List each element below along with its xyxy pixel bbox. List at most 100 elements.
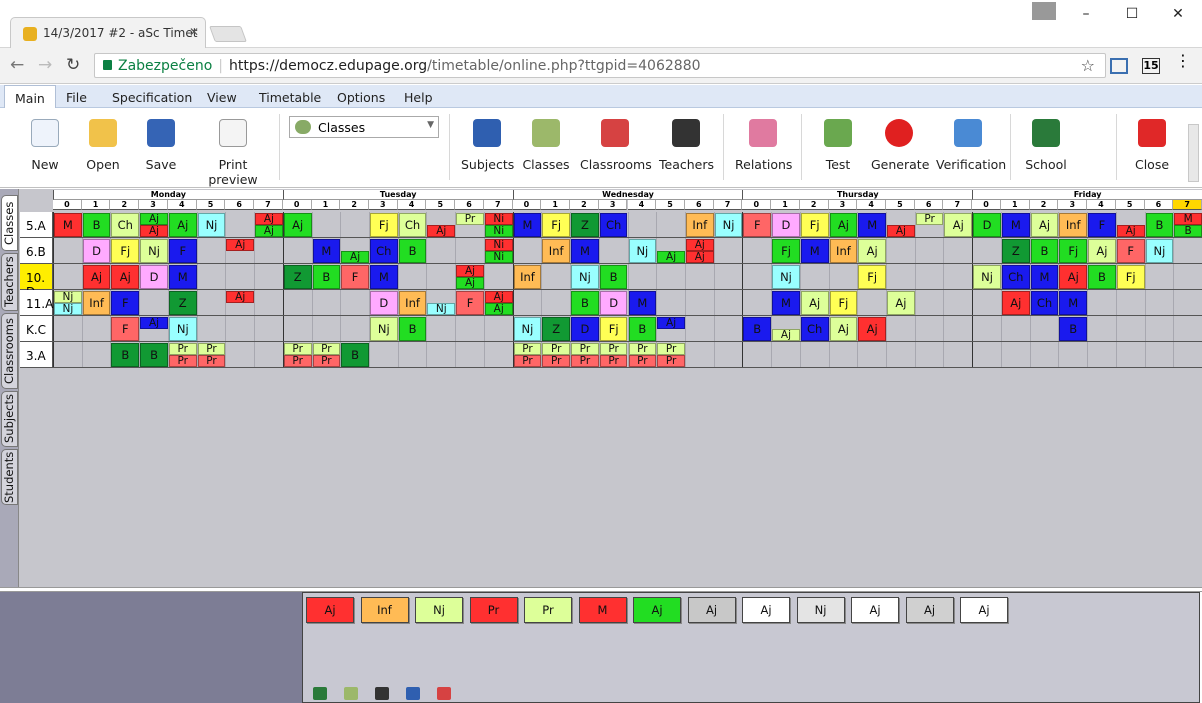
lesson-card[interactable]: D [140, 265, 168, 289]
lesson-card[interactable]: Pr [542, 343, 571, 355]
print-preview-button[interactable]: Print preview [195, 116, 271, 187]
lesson-card[interactable]: F [743, 213, 772, 237]
lesson-card[interactable]: Nj [54, 291, 82, 303]
lesson-card[interactable]: Aj [341, 251, 369, 263]
lesson-card[interactable]: Aj [1001, 291, 1030, 315]
browser-tab[interactable]: 14/3/2017 #2 - aSc Timet ✕ [10, 17, 206, 49]
class-row-label[interactable]: 6.B [20, 238, 53, 264]
lesson-card[interactable]: Pr [312, 355, 341, 367]
lesson-card[interactable]: Inf [685, 213, 714, 237]
classrooms-button[interactable]: Classrooms [580, 116, 652, 180]
lesson-card[interactable]: M [1001, 213, 1030, 237]
unplaced-card[interactable]: Nj [415, 597, 463, 623]
teacher-icon[interactable] [375, 687, 389, 700]
lesson-card[interactable]: B [1030, 239, 1059, 263]
back-icon[interactable]: ← [10, 55, 24, 75]
cast-icon[interactable] [1110, 58, 1128, 74]
lesson-card[interactable]: Nj [168, 317, 197, 341]
lesson-card[interactable]: Pr [456, 213, 484, 225]
lesson-card[interactable]: M [369, 265, 398, 289]
unplaced-card[interactable]: Inf [360, 597, 409, 623]
lesson-card[interactable]: Aj [1059, 265, 1088, 289]
lesson-card[interactable]: Fj [369, 213, 398, 237]
lesson-card[interactable]: M [54, 213, 82, 237]
lesson-card[interactable]: Aj [427, 225, 456, 237]
lesson-card[interactable]: Fj [542, 213, 571, 237]
lesson-card[interactable]: M [1030, 265, 1059, 289]
lesson-card[interactable]: Aj [456, 277, 484, 289]
house-icon[interactable] [437, 687, 451, 700]
lesson-card[interactable]: Aj [829, 213, 858, 237]
forward-icon[interactable]: → [38, 55, 52, 75]
lesson-card[interactable]: Pr [168, 355, 197, 367]
lesson-card[interactable]: Ch [111, 213, 140, 237]
lesson-card[interactable]: Aj [657, 251, 685, 263]
lesson-card[interactable]: Nj [571, 265, 599, 289]
verification-button[interactable]: Verification [936, 116, 1006, 180]
save-button[interactable]: Save [144, 116, 178, 180]
lesson-card[interactable]: M [168, 265, 197, 289]
classes-button[interactable]: Classes [522, 116, 570, 180]
lesson-card[interactable]: B [1088, 265, 1116, 289]
bookmark-star-icon[interactable]: ☆ [1081, 56, 1095, 75]
school-button[interactable]: School [1024, 116, 1068, 180]
menu-timetable[interactable]: Timetable [249, 85, 331, 108]
ribbon-scrollbar[interactable] [1188, 124, 1199, 182]
lesson-card[interactable]: Ch [398, 213, 427, 237]
menu-options[interactable]: Options [327, 85, 395, 108]
menu-dots-icon[interactable]: ⋮ [1174, 53, 1192, 70]
lesson-card[interactable]: Nj [714, 213, 743, 237]
lesson-card[interactable]: Nj [140, 239, 168, 263]
lesson-card[interactable]: Aj [82, 265, 111, 289]
lesson-card[interactable]: D [772, 213, 800, 237]
class-row-label[interactable]: 10. D [20, 264, 53, 299]
profile-icon[interactable] [1032, 2, 1056, 20]
lesson-card[interactable]: Ni [484, 239, 513, 251]
new-tab-button[interactable] [209, 26, 247, 42]
test-button[interactable]: Test [822, 116, 854, 180]
open-button[interactable]: Open [85, 116, 121, 180]
lesson-card[interactable]: Z [571, 213, 599, 237]
close-tab-icon[interactable]: ✕ [189, 25, 199, 39]
lesson-card[interactable]: Aj [1088, 239, 1116, 263]
lesson-card[interactable]: B [140, 343, 168, 367]
lesson-card[interactable]: M [312, 239, 341, 263]
close-window-button[interactable]: ✕ [1166, 6, 1190, 22]
unplaced-card[interactable]: Aj [905, 597, 954, 623]
unplaced-card[interactable]: Nj [796, 597, 845, 623]
class-row-label[interactable]: 3.A [20, 342, 53, 368]
lesson-card[interactable]: B [312, 265, 341, 289]
class-row-label[interactable]: 11.A [20, 290, 53, 316]
blackboard-icon[interactable] [313, 687, 327, 700]
unplaced-card[interactable]: Aj [851, 597, 899, 623]
lesson-card[interactable]: B [743, 317, 772, 341]
menu-main[interactable]: Main [4, 85, 56, 108]
lesson-card[interactable]: B [82, 213, 111, 237]
lesson-card[interactable]: Nj [772, 265, 800, 289]
lesson-card[interactable]: Pr [542, 355, 571, 367]
lesson-card[interactable]: Aj [283, 213, 312, 237]
relations-button[interactable]: Relations [735, 116, 792, 180]
lesson-card[interactable]: Aj [456, 265, 484, 277]
lesson-card[interactable]: Nj [197, 213, 226, 237]
lesson-card[interactable]: Pr [513, 355, 542, 367]
lesson-card[interactable]: B [599, 265, 628, 289]
lesson-card[interactable]: Fj [858, 265, 887, 289]
lesson-card[interactable]: Pr [599, 343, 628, 355]
lesson-card[interactable]: Aj [140, 225, 168, 237]
lesson-card[interactable]: Nj [1145, 239, 1174, 263]
lesson-card[interactable]: Nj [427, 303, 456, 315]
lesson-card[interactable]: D [369, 291, 398, 315]
calendar-ext-icon[interactable]: 15 [1142, 58, 1160, 74]
lesson-card[interactable]: Ch [369, 239, 398, 263]
class-row-label[interactable]: 5.A [20, 212, 53, 238]
lesson-card[interactable]: Aj [944, 213, 973, 237]
lesson-card[interactable]: M [628, 291, 657, 315]
lesson-card[interactable]: M [513, 213, 542, 237]
lesson-card[interactable]: D [599, 291, 628, 315]
lesson-card[interactable]: Fj [1059, 239, 1088, 263]
menu-specification[interactable]: Specification [102, 85, 202, 108]
lesson-card[interactable]: D [82, 239, 111, 263]
lesson-card[interactable]: Ch [1001, 265, 1030, 289]
subjects-button[interactable]: Subjects [461, 116, 514, 180]
